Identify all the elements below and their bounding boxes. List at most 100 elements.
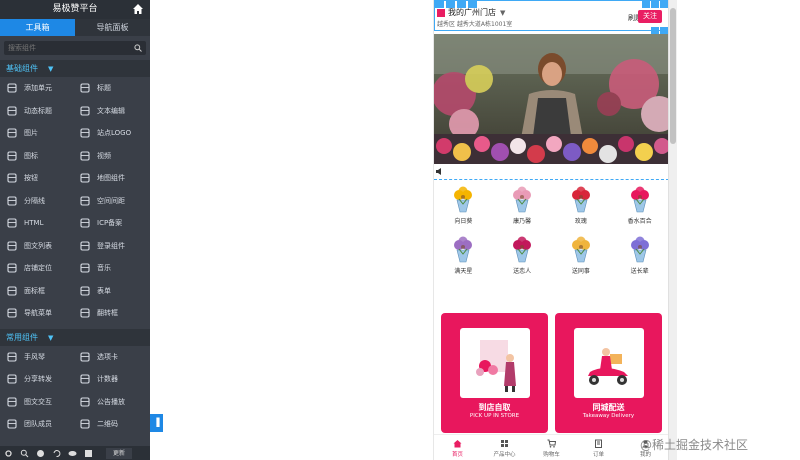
bouquet-icon <box>513 186 532 213</box>
category-item[interactable]: 康乃馨 <box>493 186 552 226</box>
component-flip[interactable]: 翻转框 <box>73 302 146 325</box>
more-icon[interactable] <box>660 1 668 8</box>
counter-icon <box>80 374 90 384</box>
component-music[interactable]: 音乐 <box>73 257 146 280</box>
component-label: ICP备案 <box>97 219 123 228</box>
component-login[interactable]: 登录组件 <box>73 235 146 258</box>
component-counter[interactable]: 计数器 <box>73 368 146 391</box>
component-button[interactable]: 按钮 <box>0 167 73 190</box>
component-layout[interactable]: 添加单元 <box>0 77 73 100</box>
component-logo[interactable]: 站点LOGO <box>73 122 146 145</box>
component-notice[interactable]: 公告播放 <box>73 391 146 414</box>
bottom-tabbar: 首页 产品中心 购物车 订单 我的 <box>434 434 668 460</box>
add-icon[interactable] <box>651 1 659 8</box>
component-image[interactable]: 图片 <box>0 122 73 145</box>
component-divider[interactable]: 分隔线 <box>0 190 73 213</box>
undo-icon[interactable] <box>52 449 61 458</box>
scrollbar-thumb[interactable] <box>670 8 676 144</box>
category-item[interactable]: 送同事 <box>552 236 611 276</box>
frame-icon <box>7 286 17 296</box>
pickup-card[interactable]: 到店自取 PICK UP IN STORE <box>441 313 548 433</box>
category-item[interactable]: 玫瑰 <box>552 186 611 226</box>
up-icon[interactable] <box>642 1 650 8</box>
eye-icon[interactable] <box>68 449 77 458</box>
header-block[interactable]: 我的广州门店 ▼ 越秀区 越秀大道A栋1001室 刷题 关注 <box>434 0 668 31</box>
category-item[interactable]: 送长辈 <box>610 236 668 276</box>
tabbar-item-cart[interactable]: 购物车 <box>528 435 575 460</box>
pickup-illustration <box>460 328 530 398</box>
category-label: 满天星 <box>454 268 473 275</box>
edit-icon[interactable] <box>651 27 659 34</box>
collapse-sidebar-button[interactable]: ▐ <box>150 414 163 432</box>
tabbar-item-grid[interactable]: 产品中心 <box>481 435 528 460</box>
delivery-card[interactable]: 同城配送 Takeaway Delivery <box>555 313 662 433</box>
component-dynamic-title[interactable]: 动态标题 <box>0 100 73 123</box>
component-label: 选项卡 <box>97 352 118 361</box>
component-label: HTML <box>24 219 44 228</box>
bouquet-icon <box>454 236 473 263</box>
search-input[interactable] <box>4 41 146 55</box>
watermark: @稀土掘金技术社区 <box>640 438 749 452</box>
delivery-title: 同城配送 <box>592 402 625 412</box>
tab-nav-panel[interactable]: 导航面板 <box>75 19 150 36</box>
hero-image[interactable] <box>434 34 668 164</box>
store-selector[interactable]: 我的广州门店 ▼ <box>437 7 505 18</box>
category-item[interactable]: 向日葵 <box>434 186 493 226</box>
category-item[interactable]: 满天星 <box>434 236 493 276</box>
search-icon[interactable] <box>134 44 142 52</box>
component-share[interactable]: 分享转发 <box>0 368 73 391</box>
component-text-edit[interactable]: 文本编辑 <box>73 100 146 123</box>
layout-icon <box>7 83 17 93</box>
component-label: 音乐 <box>97 264 111 273</box>
layers-icon[interactable] <box>36 449 45 458</box>
group-basic[interactable]: 基础组件 ▼ <box>0 60 150 77</box>
home-icon[interactable] <box>132 3 144 15</box>
component-spacing[interactable]: 空间间距 <box>73 190 146 213</box>
component-nav-menu[interactable]: 导航菜单 <box>0 302 73 325</box>
category-item[interactable]: 送恋人 <box>493 236 552 276</box>
preview-scrollbar[interactable] <box>668 0 677 460</box>
dropdown-icon: ▼ <box>500 8 506 17</box>
component-store-locate[interactable]: 店铺定位 <box>0 257 73 280</box>
follow-button[interactable]: 关注 <box>638 10 662 23</box>
component-icp[interactable]: ICP备案 <box>73 212 146 235</box>
category-item[interactable]: 香水百合 <box>610 186 668 226</box>
tabbar-item-order[interactable]: 订单 <box>575 435 622 460</box>
speaker-icon[interactable] <box>436 168 444 175</box>
component-label: 公告播放 <box>97 397 125 406</box>
component-list[interactable]: 图文列表 <box>0 235 73 258</box>
component-qrcode[interactable]: 二维码 <box>73 413 146 436</box>
component-map-pin[interactable]: 地图组件 <box>73 167 146 190</box>
component-text-t[interactable]: 标题 <box>73 77 146 100</box>
dynamic-title-icon <box>7 106 17 116</box>
group-basic-label: 基础组件 <box>6 64 38 73</box>
service-cards: 到店自取 PICK UP IN STORE 同城配送 Takeaway Deli… <box>441 313 662 433</box>
section-divider <box>434 179 668 180</box>
tab-toolbox[interactable]: 工具箱 <box>0 19 75 36</box>
tabbar-item-home[interactable]: 首页 <box>434 435 481 460</box>
bouquet-icon <box>571 186 590 213</box>
delete-icon[interactable] <box>660 27 668 34</box>
component-accordion[interactable]: 手风琴 <box>0 346 73 369</box>
component-icon[interactable]: 图标 <box>0 145 73 168</box>
block-toolbar-right <box>641 1 668 8</box>
save-icon[interactable] <box>84 449 93 458</box>
category-label: 向日葵 <box>454 218 473 225</box>
store-name: 我的广州门店 <box>448 8 496 17</box>
component-form[interactable]: 表单 <box>73 280 146 303</box>
zoom-icon[interactable] <box>20 449 29 458</box>
map-pin-icon <box>80 173 90 183</box>
component-tab-card[interactable]: 选项卡 <box>73 346 146 369</box>
component-frame[interactable]: 面标框 <box>0 280 73 303</box>
settings-icon[interactable] <box>4 449 13 458</box>
component-interaction[interactable]: 图文交互 <box>0 391 73 414</box>
category-label: 送同事 <box>571 268 590 275</box>
component-label: 翻转框 <box>97 309 118 318</box>
update-button[interactable]: 更新 <box>106 447 132 459</box>
component-video[interactable]: 视频 <box>73 145 146 168</box>
component-team[interactable]: 团队成员 <box>0 413 73 436</box>
component-label: 按钮 <box>24 174 38 183</box>
group-common[interactable]: 常用组件 ▼ <box>0 328 150 346</box>
icp-icon <box>80 218 90 228</box>
component-code[interactable]: HTML <box>0 212 73 235</box>
